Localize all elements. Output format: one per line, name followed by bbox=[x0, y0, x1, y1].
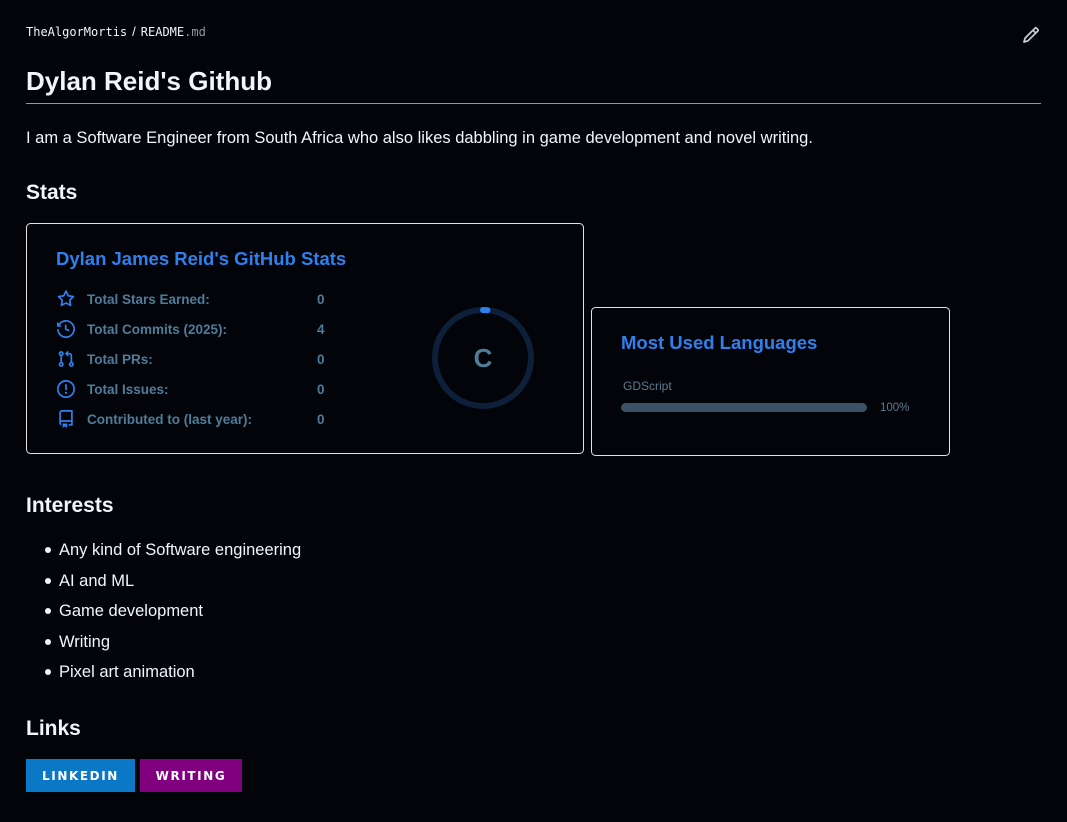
issue-icon bbox=[56, 379, 76, 399]
list-item: AI and ML bbox=[26, 568, 301, 599]
edit-file-button[interactable] bbox=[1020, 24, 1042, 46]
stat-label: Total Commits (2025): bbox=[87, 321, 228, 337]
readme-page: TheAlgorMortis / README.md Dylan Reid's … bbox=[0, 0, 1067, 822]
stat-row-prs: Total PRs: 0 bbox=[56, 348, 325, 370]
bullet-icon bbox=[45, 577, 51, 584]
stat-value: 0 bbox=[317, 351, 325, 367]
list-item-text: AI and ML bbox=[59, 571, 135, 590]
list-item: Game development bbox=[26, 598, 301, 629]
breadcrumb-file-base: README bbox=[140, 25, 185, 39]
links-heading: Links bbox=[26, 717, 81, 740]
stat-label: Total Issues: bbox=[87, 381, 169, 397]
history-icon bbox=[56, 319, 76, 339]
interests-heading: Interests bbox=[26, 494, 114, 517]
language-name: GDScript bbox=[623, 379, 672, 393]
list-item-text: Any kind of Software engineering bbox=[59, 541, 302, 559]
page-title: Dylan Reid's Github bbox=[26, 66, 272, 96]
star-icon bbox=[56, 289, 76, 309]
linkedin-badge[interactable]: LINKEDIN bbox=[26, 759, 135, 792]
language-percent: 100% bbox=[880, 402, 910, 414]
stat-label: Total PRs: bbox=[87, 351, 153, 367]
stat-row-stars: Total Stars Earned: 0 bbox=[56, 288, 325, 310]
list-item: Pixel art animation bbox=[26, 659, 301, 690]
stat-row-contributed: Contributed to (last year): 0 bbox=[56, 408, 325, 430]
languages-card-title: Most Used Languages bbox=[621, 332, 818, 353]
pencil-icon bbox=[1023, 27, 1039, 43]
breadcrumb-file: README.md bbox=[141, 24, 206, 40]
breadcrumb: TheAlgorMortis / README.md bbox=[26, 24, 206, 40]
language-bar-fill bbox=[621, 403, 867, 412]
stat-row-issues: Total Issues: 0 bbox=[56, 378, 325, 400]
stat-value: 0 bbox=[317, 411, 325, 427]
stat-value: 0 bbox=[317, 291, 325, 307]
pull-request-icon bbox=[56, 349, 76, 369]
stats-card-title: Dylan James Reid's GitHub Stats bbox=[56, 248, 347, 269]
breadcrumb-owner[interactable]: TheAlgorMortis bbox=[26, 24, 127, 40]
language-bar bbox=[621, 403, 867, 412]
bullet-icon bbox=[45, 638, 51, 645]
bullet-icon bbox=[45, 547, 51, 553]
stat-row-commits: Total Commits (2025): 4 bbox=[56, 318, 325, 340]
list-item: Any kind of Software engineering bbox=[26, 537, 301, 568]
rank-letter: C bbox=[473, 342, 493, 373]
stat-value: 0 bbox=[317, 381, 325, 397]
top-languages-card[interactable]: Most Used Languages GDScript 100% bbox=[591, 307, 950, 456]
list-item-text: Game development bbox=[59, 602, 203, 620]
repo-icon bbox=[56, 409, 76, 429]
intro-paragraph: I am a Software Engineer from South Afri… bbox=[26, 129, 813, 147]
writing-badge[interactable]: WRITING bbox=[140, 759, 242, 792]
breadcrumb-separator: / bbox=[132, 24, 136, 39]
list-item: Writing bbox=[26, 629, 301, 660]
bullet-icon bbox=[45, 608, 51, 614]
bullet-icon bbox=[45, 669, 51, 675]
rank-circle: C bbox=[431, 306, 535, 410]
github-stats-card[interactable]: Dylan James Reid's GitHub Stats Total St… bbox=[26, 223, 584, 454]
stat-value: 4 bbox=[317, 321, 325, 337]
list-item-text: Writing bbox=[59, 632, 111, 651]
stat-label: Contributed to (last year): bbox=[87, 411, 253, 427]
interests-list: Any kind of Software engineering AI and … bbox=[26, 537, 301, 690]
stats-heading: Stats bbox=[26, 181, 78, 204]
breadcrumb-file-ext: .md bbox=[184, 25, 206, 39]
stat-label: Total Stars Earned: bbox=[87, 291, 210, 307]
list-item-text: Pixel art animation bbox=[59, 663, 195, 681]
title-divider bbox=[26, 103, 1041, 104]
